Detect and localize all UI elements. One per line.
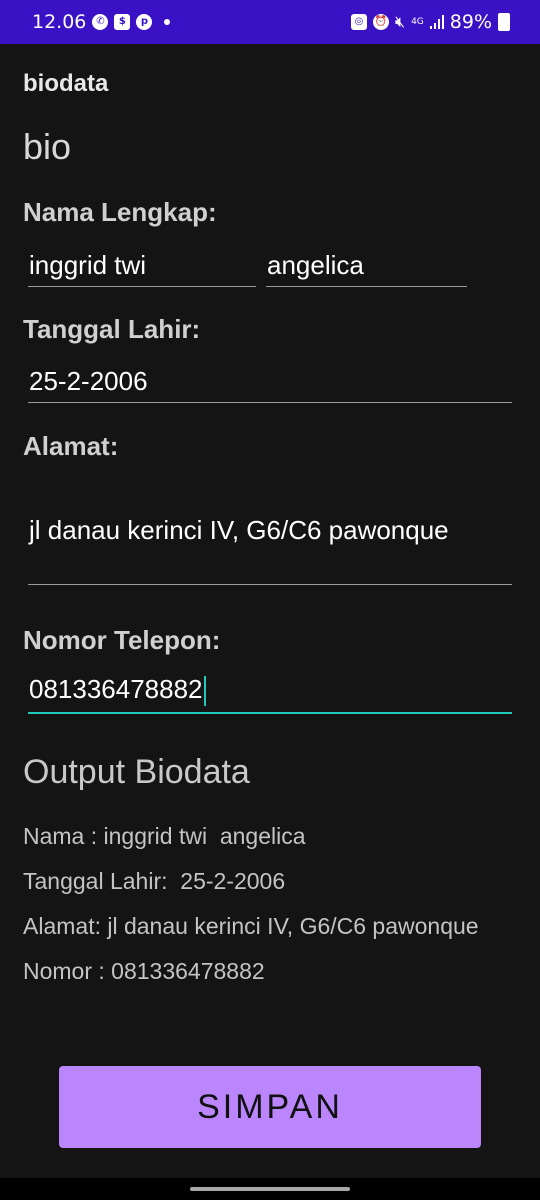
output-heading: Output Biodata	[23, 753, 250, 791]
birthdate-input[interactable]: 25-2-2006	[28, 366, 512, 403]
telepon-label: Nomor Telepon:	[23, 625, 221, 655]
status-time: 12.06	[32, 11, 87, 33]
status-right: ◎ ⏰ 🔇︎ 4G 89%	[350, 0, 510, 44]
nama-label: Nama Lengkap:	[23, 197, 217, 227]
alamat-label: Alamat:	[23, 431, 119, 461]
data-saver-icon: ◎	[350, 14, 367, 30]
pinterest-icon: p	[136, 14, 153, 30]
signal-icon	[429, 15, 444, 29]
alarm-icon: ⏰	[372, 14, 389, 30]
page-heading: bio	[23, 126, 72, 167]
save-button[interactable]: SIMPAN	[59, 1066, 481, 1148]
text-caret	[203, 676, 206, 707]
phone-value: 081336478882	[29, 674, 203, 704]
notification-dot-icon	[164, 19, 171, 25]
last-name-value: angelica	[267, 250, 364, 280]
whatsapp-icon: ✆	[92, 14, 109, 30]
mute-icon: 🔇︎	[394, 12, 406, 31]
home-indicator[interactable]	[190, 1187, 350, 1191]
network-type: 4G	[411, 16, 424, 27]
tanggal-label: Tanggal Lahir:	[23, 314, 201, 344]
status-bar: 12.06 ✆ $ p ◎ ⏰ 🔇︎ 4G 89%	[0, 0, 540, 44]
last-name-input[interactable]: angelica	[266, 250, 467, 287]
battery-icon	[498, 13, 510, 31]
address-input[interactable]: jl danau kerinci IV, G6/C6 pawonque	[28, 470, 512, 585]
output-tanggal: Tanggal Lahir: 25-2-2006	[23, 868, 286, 894]
output-nama: Nama : inggrid twi angelica	[23, 823, 306, 849]
address-value: jl danau kerinci IV, G6/C6 pawonque	[29, 515, 449, 545]
phone-input[interactable]: 081336478882	[28, 674, 512, 714]
output-alamat: Alamat: jl danau kerinci IV, G6/C6 pawon…	[23, 913, 479, 939]
battery-percent: 89%	[449, 11, 492, 33]
shopping-bag-icon: $	[114, 14, 131, 30]
first-name-value: inggrid twi	[29, 250, 147, 280]
first-name-input[interactable]: inggrid twi	[28, 250, 256, 287]
status-left: 12.06 ✆ $ p	[32, 0, 171, 44]
output-nomor: Nomor : 081336478882	[23, 958, 265, 984]
birthdate-value: 25-2-2006	[29, 366, 148, 396]
app-title: biodata	[23, 70, 109, 97]
